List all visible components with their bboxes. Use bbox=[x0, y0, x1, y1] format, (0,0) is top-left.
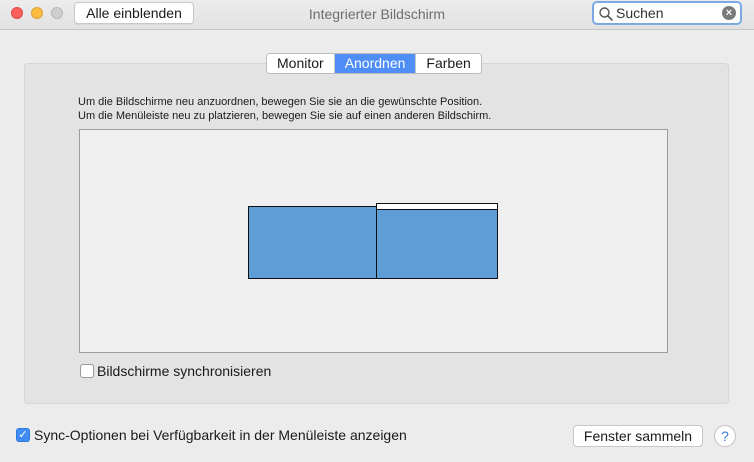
tab-monitor[interactable]: Monitor bbox=[267, 54, 335, 73]
menu-bar-indicator[interactable] bbox=[377, 204, 497, 210]
search-icon bbox=[599, 7, 613, 21]
arrange-instruction-displays: Um die Bildschirme neu anzuordnen, beweg… bbox=[78, 96, 483, 108]
show-all-button[interactable]: Alle einblenden bbox=[74, 2, 194, 24]
show-sync-options-label[interactable]: Sync-Optionen bei Verfügbarkeit in der M… bbox=[34, 427, 407, 443]
mirror-displays-label[interactable]: Bildschirme synchronisieren bbox=[97, 363, 271, 379]
close-window-button[interactable] bbox=[11, 7, 23, 19]
minimize-window-button[interactable] bbox=[31, 7, 43, 19]
help-button[interactable]: ? bbox=[714, 425, 736, 447]
search-field[interactable]: × bbox=[592, 1, 742, 25]
tab-colors[interactable]: Farben bbox=[416, 54, 481, 73]
gather-windows-button[interactable]: Fenster sammeln bbox=[573, 425, 703, 447]
tab-arrange[interactable]: Anordnen bbox=[334, 54, 417, 73]
display-primary[interactable] bbox=[376, 203, 498, 279]
search-input[interactable] bbox=[616, 4, 716, 22]
display-secondary[interactable] bbox=[248, 206, 378, 279]
fullscreen-window-button[interactable] bbox=[51, 7, 63, 19]
show-sync-options-checkbox[interactable]: ✓ bbox=[16, 428, 30, 442]
arrange-instruction-menubar: Um die Menüleiste neu zu platzieren, bew… bbox=[78, 110, 492, 122]
title-bar: Alle einblenden Integrierter Bildschirm … bbox=[0, 0, 754, 30]
clear-search-icon[interactable]: × bbox=[722, 6, 736, 20]
display-arrangement-area bbox=[79, 129, 668, 353]
tab-bar: Monitor Anordnen Farben bbox=[266, 53, 482, 74]
mirror-displays-checkbox[interactable] bbox=[80, 364, 94, 378]
